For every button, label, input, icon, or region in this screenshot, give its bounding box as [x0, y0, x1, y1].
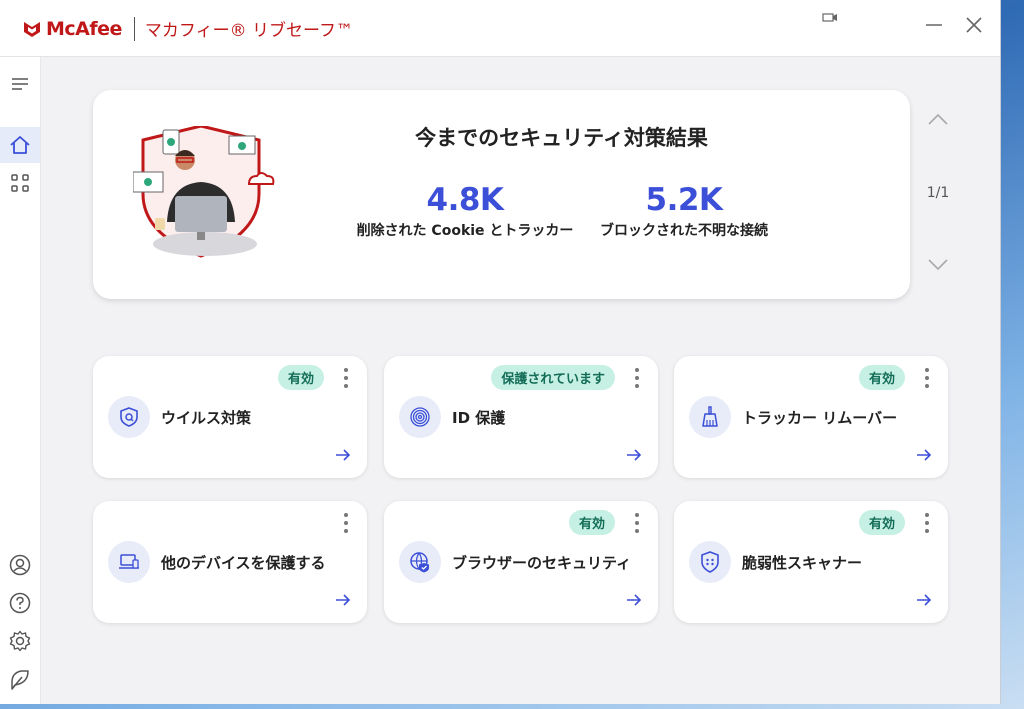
card-label: トラッカー リムーバー — [742, 409, 898, 427]
stat-value: 5.2K — [645, 182, 723, 218]
title-divider — [133, 16, 135, 41]
status-badge: 保護されています — [491, 365, 615, 390]
card-label: 他のデバイスを保護する — [161, 554, 326, 572]
card-label: ウイルス対策 — [161, 409, 252, 427]
user-icon — [9, 554, 31, 576]
menu-icon — [12, 78, 28, 90]
shield-search-icon — [108, 396, 150, 438]
stat-label: 削除された Cookie とトラッカー — [356, 223, 574, 239]
menu-button[interactable] — [8, 72, 32, 96]
fingerprint-icon — [399, 396, 441, 438]
gear-icon — [9, 630, 31, 652]
arrow-right-icon[interactable] — [335, 447, 351, 466]
help-icon — [9, 592, 31, 614]
arrow-right-icon[interactable] — [626, 592, 642, 611]
sidebar-item-help[interactable] — [8, 591, 32, 615]
chevron-down-icon — [928, 259, 948, 271]
broom-icon — [689, 396, 731, 438]
sidebar-item-settings[interactable] — [8, 629, 32, 653]
more-options-button[interactable] — [922, 368, 932, 388]
grid-icon — [11, 174, 29, 192]
sidebar-item-apps[interactable] — [8, 171, 32, 195]
pager-indicator: 1/1 — [926, 185, 950, 201]
app-window: McAfee マカフィー® リブセーフ™ 今までのセキュリティ対策結果 4.8K… — [0, 0, 1001, 704]
shield-dots-icon — [689, 541, 731, 583]
card-id-protection[interactable]: 保護されています ID 保護 — [384, 356, 658, 478]
pager-down-button[interactable] — [918, 258, 958, 272]
stat-connections-blocked: 5.2K ブロックされた不明な接続 — [589, 182, 779, 240]
card-browser-security[interactable]: 有効 ブラウザーのセキュリティ — [384, 501, 658, 623]
more-options-button[interactable] — [922, 513, 932, 533]
title-bar: McAfee マカフィー® リブセーフ™ — [0, 0, 1000, 57]
mcafee-logo: McAfee マカフィー® リブセーフ™ — [22, 16, 353, 41]
stat-cookies-removed: 4.8K 削除された Cookie とトラッカー — [345, 182, 585, 240]
globe-shield-icon — [399, 541, 441, 583]
status-badge: 有効 — [858, 365, 905, 390]
minimize-icon — [926, 24, 942, 26]
security-summary-card: 今までのセキュリティ対策結果 4.8K 削除された Cookie とトラッカー … — [93, 90, 910, 299]
more-options-button[interactable] — [341, 368, 351, 388]
sidebar-item-home[interactable] — [8, 133, 32, 157]
status-badge: 有効 — [568, 510, 615, 535]
more-options-button[interactable] — [341, 513, 351, 533]
stat-label: ブロックされた不明な接続 — [600, 223, 768, 239]
arrow-right-icon[interactable] — [335, 592, 351, 611]
card-label: 脆弱性スキャナー — [742, 554, 863, 572]
chevron-up-icon — [928, 113, 948, 125]
summary-title: 今までのセキュリティ対策結果 — [415, 126, 708, 150]
brand-name: McAfee — [46, 17, 122, 40]
camera-indicator-icon — [822, 8, 838, 27]
mcafee-shield-icon — [24, 21, 40, 37]
card-tracker-remover[interactable]: 有効 トラッカー リムーバー — [674, 356, 948, 478]
pager-up-button[interactable] — [918, 112, 958, 126]
status-badge: 有効 — [277, 365, 324, 390]
more-options-button[interactable] — [632, 368, 642, 388]
close-button[interactable] — [957, 8, 991, 42]
stat-value: 4.8K — [426, 182, 504, 218]
card-vulnerability-scanner[interactable]: 有効 脆弱性スキャナー — [674, 501, 948, 623]
sidebar-item-feedback[interactable] — [8, 668, 32, 692]
sidebar-item-account[interactable] — [8, 553, 32, 577]
card-protect-other-devices[interactable]: 他のデバイスを保護する — [93, 501, 367, 623]
close-icon — [966, 17, 982, 33]
card-antivirus[interactable]: 有効 ウイルス対策 — [93, 356, 367, 478]
feedback-icon — [11, 670, 29, 690]
minimize-button[interactable] — [917, 8, 951, 42]
more-options-button[interactable] — [632, 513, 642, 533]
card-label: ID 保護 — [452, 409, 506, 427]
sidebar — [0, 57, 41, 704]
product-name: マカフィー® リブセーフ™ — [144, 21, 353, 41]
arrow-right-icon[interactable] — [626, 447, 642, 466]
card-label: ブラウザーのセキュリティ — [452, 554, 632, 572]
arrow-right-icon[interactable] — [916, 447, 932, 466]
status-badge: 有効 — [858, 510, 905, 535]
home-icon — [10, 136, 30, 154]
laptop-icon — [108, 541, 150, 583]
arrow-right-icon[interactable] — [916, 592, 932, 611]
